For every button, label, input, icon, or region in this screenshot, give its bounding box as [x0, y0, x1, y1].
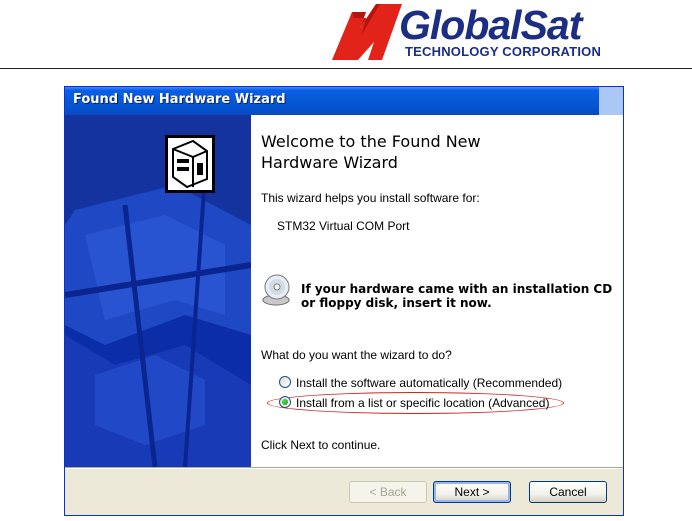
cd-prompt-line-1: If your hardware came with an installati…: [301, 282, 613, 296]
button-separator: [65, 467, 623, 469]
intro-text: This wizard helps you install software f…: [261, 191, 480, 205]
question-text: What do you want the wizard to do?: [261, 348, 452, 362]
header-divider: [0, 68, 692, 69]
radio-selected-dot: [282, 399, 288, 405]
banner-graphic: [65, 115, 251, 467]
document-header: GlobalSat TECHNOLOGY CORPORATION: [0, 0, 692, 72]
option-automatic-label[interactable]: Install the software automatically (Reco…: [296, 376, 562, 390]
brand-subtitle: TECHNOLOGY CORPORATION: [405, 44, 602, 59]
option-advanced-label[interactable]: Install from a list or specific location…: [296, 396, 549, 410]
wizard-banner: [65, 115, 251, 467]
window-title: Found New Hardware Wizard: [73, 92, 286, 107]
hardware-card-icon: [165, 135, 215, 193]
brand-name: GlobalSat: [399, 2, 582, 48]
continue-hint: Click Next to continue.: [261, 438, 381, 452]
cd-prompt-line-2: or floppy disk, insert it now.: [301, 296, 492, 310]
device-name: STM32 Virtual COM Port: [277, 219, 410, 233]
title-bar[interactable]: Found New Hardware Wizard: [65, 87, 623, 115]
globalsat-logo-icon: [332, 4, 402, 60]
next-button[interactable]: Next >: [433, 481, 511, 503]
welcome-heading: Welcome to the Found New Hardware Wizard: [261, 132, 481, 172]
radio-install-advanced[interactable]: [279, 396, 291, 408]
cancel-button[interactable]: Cancel: [529, 481, 607, 503]
wizard-content: Welcome to the Found New Hardware Wizard…: [165, 115, 623, 467]
title-bar-edge: [599, 87, 623, 115]
cd-prompt: If your hardware came with an installati…: [301, 282, 621, 310]
cd-icon: [262, 274, 290, 306]
radio-install-automatic[interactable]: [279, 376, 291, 388]
wizard-window: Found New Hardware Wizard Welcome to the…: [64, 86, 624, 516]
back-button[interactable]: < Back: [349, 481, 427, 503]
